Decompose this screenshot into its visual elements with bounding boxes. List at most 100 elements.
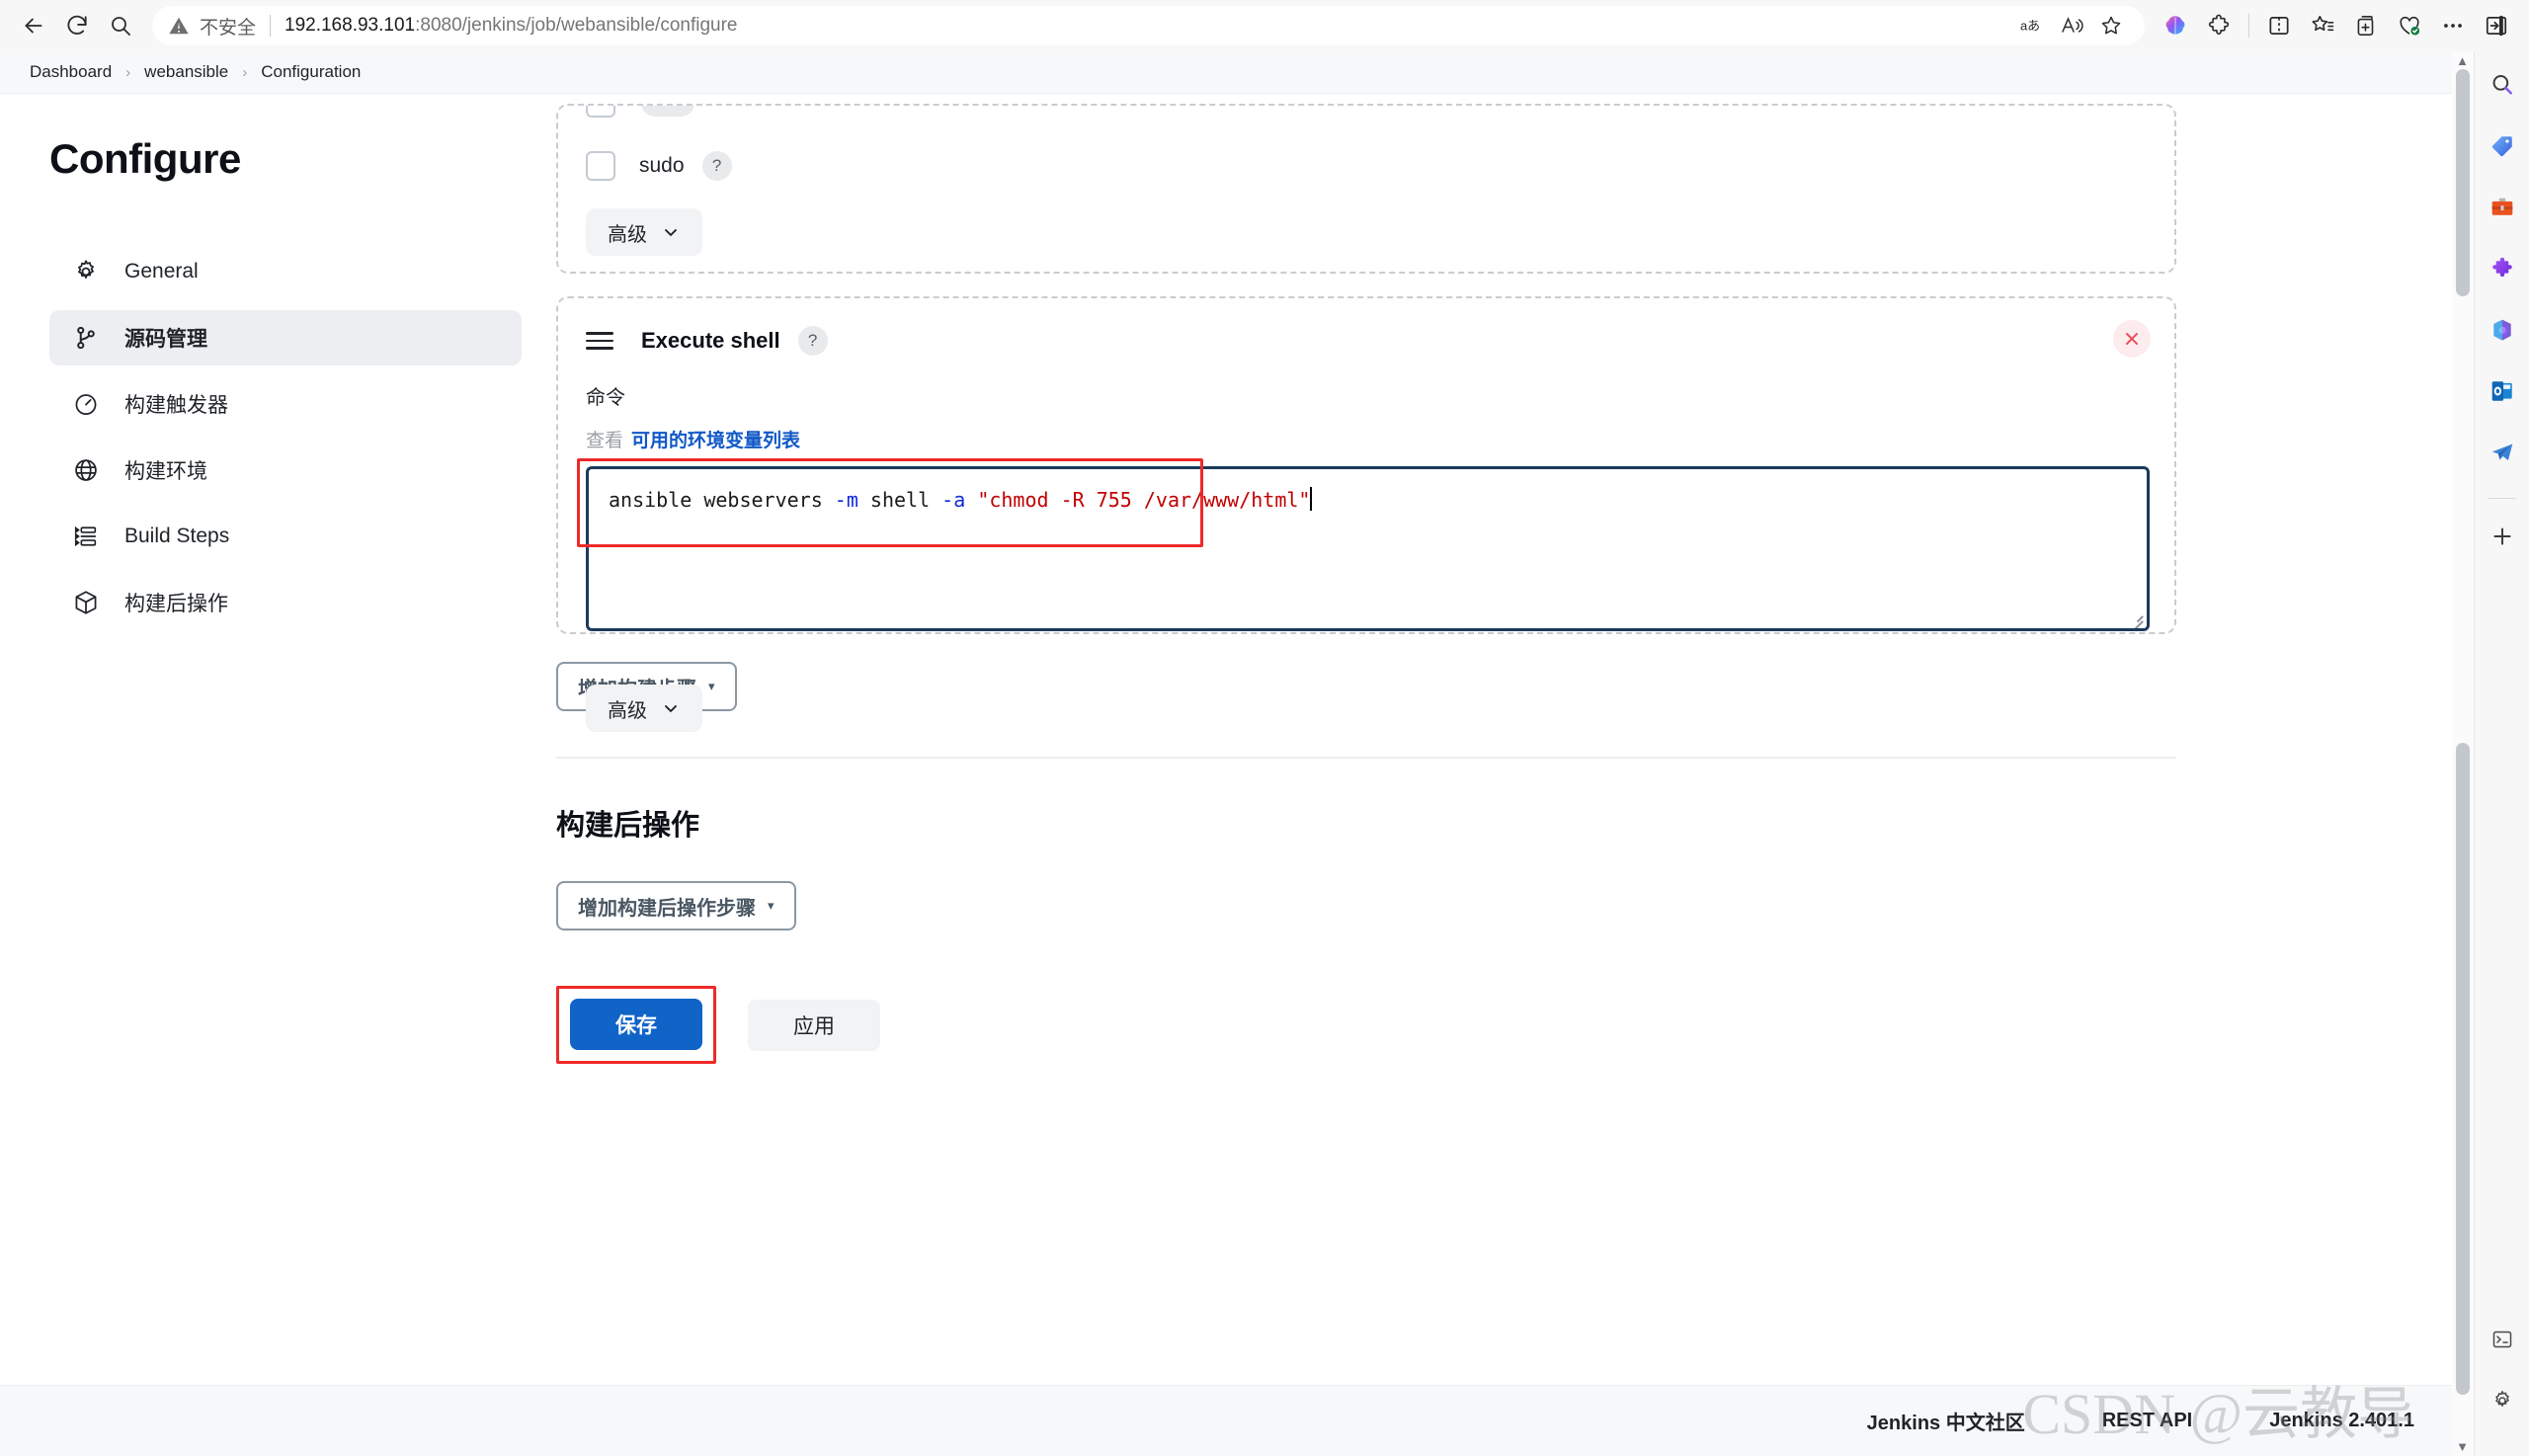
advanced-button[interactable]: 高级 bbox=[586, 208, 702, 256]
not-secure-warning-icon bbox=[168, 15, 190, 37]
command-part-3 bbox=[965, 488, 977, 512]
help-icon[interactable]: ? bbox=[797, 326, 828, 356]
steps-list-icon bbox=[69, 520, 103, 553]
browser-toolbar: 不安全 192.168.93.101:8080/jenkins/job/weba… bbox=[0, 0, 2529, 51]
sidebar-item-general[interactable]: General bbox=[49, 244, 522, 299]
sidebar-item-label: Build Steps bbox=[124, 525, 230, 547]
reload-button[interactable] bbox=[55, 4, 99, 47]
shopping-tag-icon[interactable] bbox=[2483, 126, 2522, 166]
hidden-checkbox[interactable] bbox=[586, 106, 615, 118]
collections-icon[interactable] bbox=[2345, 5, 2387, 46]
breadcrumb-separator: › bbox=[242, 63, 248, 81]
extensions-icon[interactable] bbox=[2483, 249, 2522, 288]
gear-icon bbox=[69, 255, 103, 288]
sudo-checkbox[interactable] bbox=[586, 151, 615, 181]
breadcrumb-item-webansible[interactable]: webansible bbox=[144, 62, 228, 82]
url-path: :8080/jenkins/job/webansible/configure bbox=[415, 15, 738, 36]
address-bar[interactable]: 不安全 192.168.93.101:8080/jenkins/job/weba… bbox=[152, 6, 2145, 45]
breadcrumb-item-configuration[interactable]: Configuration bbox=[261, 62, 361, 82]
tools-icon[interactable] bbox=[2483, 188, 2522, 227]
breadcrumb-item-dashboard[interactable]: Dashboard bbox=[30, 62, 112, 82]
command-label: 命令 bbox=[586, 387, 625, 409]
advanced-label: 高级 bbox=[608, 223, 647, 246]
breadcrumb: Dashboard › webansible › Configuration bbox=[0, 51, 2474, 94]
env-vars-link[interactable]: 可用的环境变量列表 bbox=[631, 431, 800, 451]
url-display: 192.168.93.101:8080/jenkins/job/webansib… bbox=[285, 15, 737, 37]
section-divider bbox=[556, 757, 2176, 759]
add-post-build-step-label: 增加构建后操作步骤 bbox=[578, 897, 756, 920]
sudo-label: sudo bbox=[639, 154, 685, 177]
command-part-1: ansible webservers bbox=[609, 488, 835, 512]
read-aloud-icon[interactable] bbox=[2054, 8, 2089, 43]
add-post-build-wrapper: 增加构建后操作步骤 ▾ bbox=[556, 881, 2176, 930]
telegram-icon[interactable] bbox=[2483, 433, 2522, 472]
page-footer: Jenkins 中文社区 REST API Jenkins 2.401.1 bbox=[0, 1385, 2474, 1456]
drag-handle-icon[interactable] bbox=[586, 327, 613, 355]
scrollbar-thumb[interactable] bbox=[2456, 743, 2470, 1395]
scrollbar-thumb-top[interactable] bbox=[2456, 69, 2470, 296]
package-icon bbox=[69, 586, 103, 619]
page-title: Configure bbox=[49, 135, 241, 182]
execute-shell-header: Execute shell ? bbox=[586, 298, 2147, 356]
form-actions: 保存 应用 bbox=[556, 986, 2176, 1064]
advanced-button[interactable]: 高级 bbox=[586, 685, 702, 732]
omnibox-divider bbox=[270, 15, 272, 37]
source-branch-icon bbox=[69, 321, 103, 355]
sidebar-toggle-icon[interactable] bbox=[2476, 5, 2517, 46]
toolbar-divider bbox=[2248, 14, 2249, 38]
command-textarea[interactable]: ansible webservers -m shell -a "chmod -R… bbox=[586, 466, 2150, 631]
add-sidebar-app-icon[interactable] bbox=[2483, 517, 2522, 556]
scroll-up-arrow[interactable]: ▲ bbox=[2456, 53, 2469, 68]
advanced-label: 高级 bbox=[608, 699, 647, 722]
footer-rest-api-link[interactable]: REST API bbox=[2102, 1410, 2193, 1432]
translate-icon[interactable]: aあ bbox=[2014, 8, 2050, 43]
sidebar-item-build-steps[interactable]: Build Steps bbox=[49, 509, 522, 564]
back-button[interactable] bbox=[12, 4, 55, 47]
search-button[interactable] bbox=[99, 4, 142, 47]
command-flag-m: -m bbox=[834, 488, 858, 512]
chevron-down-icon bbox=[665, 229, 677, 236]
page-viewport: Dashboard › webansible › Configuration C… bbox=[0, 51, 2474, 1456]
extensions-puzzle-icon[interactable] bbox=[2198, 5, 2240, 46]
discover-icon[interactable] bbox=[2483, 1320, 2522, 1359]
remove-step-button[interactable] bbox=[2113, 320, 2151, 358]
favorite-star-icon[interactable] bbox=[2093, 8, 2129, 43]
sidebar-item-build-triggers[interactable]: 构建触发器 bbox=[49, 376, 522, 432]
save-button[interactable]: 保存 bbox=[570, 999, 702, 1050]
apply-button[interactable]: 应用 bbox=[748, 999, 880, 1051]
sidebar-divider bbox=[2488, 498, 2516, 499]
sidebar-item-post-build-actions[interactable]: 构建后操作 bbox=[49, 575, 522, 630]
copilot-icon[interactable] bbox=[2155, 5, 2196, 46]
breadcrumb-separator: › bbox=[125, 63, 131, 81]
globe-icon bbox=[69, 453, 103, 487]
env-vars-line: 查看 可用的环境变量列表 bbox=[586, 426, 2147, 452]
page-scrollbar[interactable]: ▲ ▼ bbox=[2452, 51, 2474, 1456]
help-icon[interactable]: ? bbox=[701, 151, 732, 181]
command-field-wrapper: ansible webservers -m shell -a "chmod -R… bbox=[577, 458, 2150, 631]
config-sidebar: Configure General 源码管理 构建触发器 构建环境 Build … bbox=[0, 94, 533, 641]
sidebar-item-build-environment[interactable]: 构建环境 bbox=[49, 443, 522, 498]
sidebar-item-label: 构建后操作 bbox=[124, 593, 228, 615]
office-icon[interactable] bbox=[2483, 310, 2522, 350]
split-screen-icon[interactable] bbox=[2258, 5, 2300, 46]
favorites-list-icon[interactable] bbox=[2302, 5, 2343, 46]
sidebar-settings-icon[interactable] bbox=[2483, 1381, 2522, 1420]
omnibox-actions: aあ bbox=[2014, 8, 2129, 43]
outlook-icon[interactable] bbox=[2483, 371, 2522, 411]
execute-shell-block: Execute shell ? 命令 查看 可用的环境变量列表 ansible w… bbox=[556, 296, 2176, 732]
command-part-2: shell bbox=[857, 488, 942, 512]
search-icon[interactable] bbox=[2483, 65, 2522, 105]
main-content: sudo ? 高级 Execute shell ? 命令 查看 可用的环境变量列… bbox=[556, 94, 2176, 1064]
sidebar-item-source-code-management[interactable]: 源码管理 bbox=[49, 310, 522, 365]
browser-essentials-icon[interactable] bbox=[2389, 5, 2430, 46]
add-post-build-step-button[interactable]: 增加构建后操作步骤 ▾ bbox=[556, 881, 796, 930]
footer-community-link[interactable]: Jenkins 中文社区 bbox=[1867, 1407, 2025, 1435]
more-options-icon[interactable] bbox=[2432, 5, 2474, 46]
close-icon bbox=[2126, 333, 2138, 345]
clock-icon bbox=[69, 387, 103, 421]
command-flag-a: -a bbox=[941, 488, 966, 512]
not-secure-label: 不安全 bbox=[200, 17, 257, 39]
text-cursor bbox=[1310, 487, 1313, 511]
resize-grip-icon[interactable] bbox=[2127, 608, 2144, 628]
scroll-down-arrow[interactable]: ▼ bbox=[2456, 1439, 2469, 1454]
